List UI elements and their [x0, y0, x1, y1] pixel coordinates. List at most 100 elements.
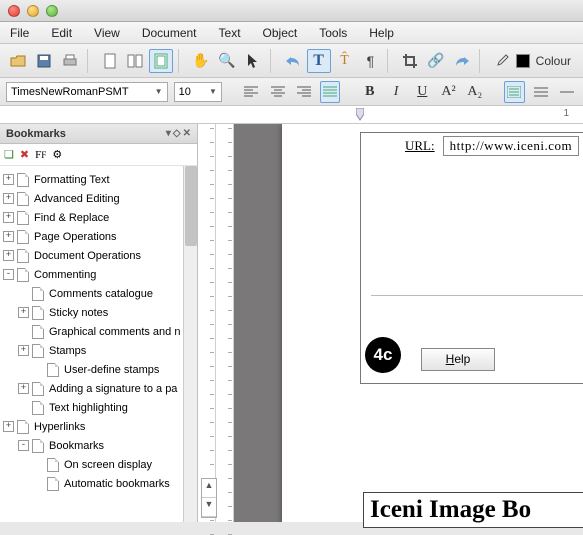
- menu-document[interactable]: Document: [138, 24, 201, 42]
- link-tool-icon[interactable]: 🔗: [424, 49, 448, 73]
- panel-menu-icon[interactable]: ▾: [166, 128, 171, 139]
- bookmark-item[interactable]: User-define stamps: [0, 360, 197, 379]
- bookmark-item[interactable]: +Stamps: [0, 341, 197, 360]
- align-right-icon[interactable]: [294, 81, 314, 103]
- paragraph-icon[interactable]: ¶: [358, 49, 382, 73]
- expand-icon[interactable]: +: [3, 174, 14, 185]
- bookmark-item[interactable]: +Find & Replace: [0, 208, 197, 227]
- expand-icon[interactable]: +: [18, 345, 29, 356]
- save-icon[interactable]: [32, 49, 56, 73]
- page-icon: [47, 477, 59, 491]
- colour-swatch[interactable]: [516, 54, 530, 68]
- bookmark-item[interactable]: +Sticky notes: [0, 303, 197, 322]
- chevron-down-icon: ▼: [155, 87, 163, 96]
- bookmark-options-icon[interactable]: ⚙: [52, 148, 62, 161]
- hand-tool-icon[interactable]: ✋: [189, 49, 213, 73]
- menu-bar: File Edit View Document Text Object Tool…: [0, 22, 583, 44]
- menu-text[interactable]: Text: [215, 24, 245, 42]
- bookmark-item[interactable]: + Advanced Editing: [0, 189, 197, 208]
- chevron-down-icon: ▼: [209, 87, 217, 96]
- crop-tool-icon[interactable]: [398, 49, 422, 73]
- bookmark-item[interactable]: Text highlighting: [0, 398, 197, 417]
- bookmark-label: Advanced Editing: [34, 193, 120, 205]
- menu-view[interactable]: View: [90, 24, 124, 42]
- bookmark-item[interactable]: + Adding a signature to a pa: [0, 379, 197, 398]
- subscript-icon[interactable]: A₂: [465, 81, 485, 103]
- bookmark-label: Page Operations: [34, 231, 117, 243]
- panel-close-icon[interactable]: ✕: [183, 128, 191, 139]
- bookmark-item[interactable]: +Document Operations: [0, 246, 197, 265]
- window-minimize-button[interactable]: [27, 5, 39, 17]
- expand-icon[interactable]: +: [18, 307, 29, 318]
- superscript-icon[interactable]: A²: [438, 81, 458, 103]
- bookmark-item[interactable]: Automatic bookmarks: [0, 474, 197, 493]
- zoom-up-icon[interactable]: ▲: [202, 479, 216, 498]
- underline-icon[interactable]: U: [412, 81, 432, 103]
- bookmark-item[interactable]: + Page Operations: [0, 227, 197, 246]
- pointer-tool-icon[interactable]: [241, 49, 265, 73]
- panel-pin-icon[interactable]: ◇: [173, 128, 181, 139]
- align-justify-icon[interactable]: [320, 81, 340, 103]
- expand-icon[interactable]: +: [3, 231, 14, 242]
- text-tool-icon[interactable]: T: [307, 49, 331, 73]
- scrollbar-thumb[interactable]: [185, 166, 197, 246]
- collapse-icon[interactable]: -: [3, 269, 14, 280]
- window-zoom-button[interactable]: [46, 5, 58, 17]
- bookmark-item[interactable]: Comments catalogue: [0, 284, 197, 303]
- font-family-select[interactable]: TimesNewRomanPSMT ▼: [6, 82, 168, 102]
- bookmark-item[interactable]: +Formatting Text: [0, 170, 197, 189]
- help-button[interactable]: Help: [421, 348, 495, 371]
- menu-tools[interactable]: Tools: [315, 24, 351, 42]
- expand-icon[interactable]: +: [3, 421, 14, 432]
- bookmark-item[interactable]: +Hyperlinks: [0, 417, 197, 436]
- page-heading: Iceni Image Bo: [363, 492, 583, 528]
- bold-icon[interactable]: B: [360, 81, 380, 103]
- zoom-down-icon[interactable]: ▼: [202, 498, 216, 517]
- bookmark-item[interactable]: Graphical comments and n: [0, 322, 197, 341]
- expand-icon[interactable]: +: [3, 250, 14, 261]
- bookmark-item[interactable]: On screen display: [0, 455, 197, 474]
- expand-icon[interactable]: +: [3, 212, 14, 223]
- redo-icon[interactable]: [450, 49, 474, 73]
- menu-help[interactable]: Help: [365, 24, 398, 42]
- align-center-icon[interactable]: [268, 81, 288, 103]
- page-icon: [17, 211, 29, 225]
- eyedropper-icon[interactable]: [490, 49, 514, 73]
- italic-icon[interactable]: I: [386, 81, 406, 103]
- page-continuous-icon[interactable]: [149, 49, 173, 73]
- url-field[interactable]: http://www.iceni.com: [443, 136, 580, 156]
- bookmark-add-icon[interactable]: ❏: [4, 148, 14, 161]
- bookmark-label: Adding a signature to a pa: [49, 383, 177, 395]
- list-lines-icon[interactable]: [531, 81, 551, 103]
- list-none-icon[interactable]: [557, 81, 577, 103]
- menu-object[interactable]: Object: [259, 24, 302, 42]
- zoom-tool-icon[interactable]: 🔍: [215, 49, 239, 73]
- list-boxed-icon[interactable]: [504, 81, 524, 103]
- expand-icon[interactable]: +: [3, 193, 14, 204]
- text-edit-icon[interactable]: T̂: [333, 49, 357, 73]
- bookmark-item[interactable]: -Bookmarks: [0, 436, 197, 455]
- page-facing-icon[interactable]: [123, 49, 147, 73]
- open-icon[interactable]: [6, 49, 30, 73]
- horizontal-ruler[interactable]: 1: [0, 106, 583, 124]
- window-close-button[interactable]: [8, 5, 20, 17]
- align-left-icon[interactable]: [241, 81, 261, 103]
- bookmark-font-icon[interactable]: FF: [35, 149, 46, 161]
- vertical-ruler-inner: [216, 124, 234, 522]
- print-icon[interactable]: [58, 49, 82, 73]
- tree-scrollbar[interactable]: [183, 166, 197, 522]
- ruler-indent-marker[interactable]: [356, 108, 364, 122]
- zoom-spinner[interactable]: ▲ ▼: [201, 478, 217, 518]
- collapse-icon[interactable]: -: [18, 440, 29, 451]
- menu-file[interactable]: File: [6, 24, 33, 42]
- expand-icon[interactable]: +: [18, 383, 29, 394]
- bookmark-item[interactable]: -Commenting: [0, 265, 197, 284]
- colour-label: Colour: [536, 54, 571, 68]
- page-single-icon[interactable]: [98, 49, 122, 73]
- format-toolbar: TimesNewRomanPSMT ▼ 10 ▼ B I U A² A₂: [0, 78, 583, 106]
- bookmarks-tree[interactable]: +Formatting Text+Advanced Editing+Find &…: [0, 166, 197, 522]
- undo-icon[interactable]: [281, 49, 305, 73]
- font-size-select[interactable]: 10 ▼: [174, 82, 222, 102]
- bookmark-delete-icon[interactable]: ✖: [20, 148, 29, 161]
- menu-edit[interactable]: Edit: [47, 24, 76, 42]
